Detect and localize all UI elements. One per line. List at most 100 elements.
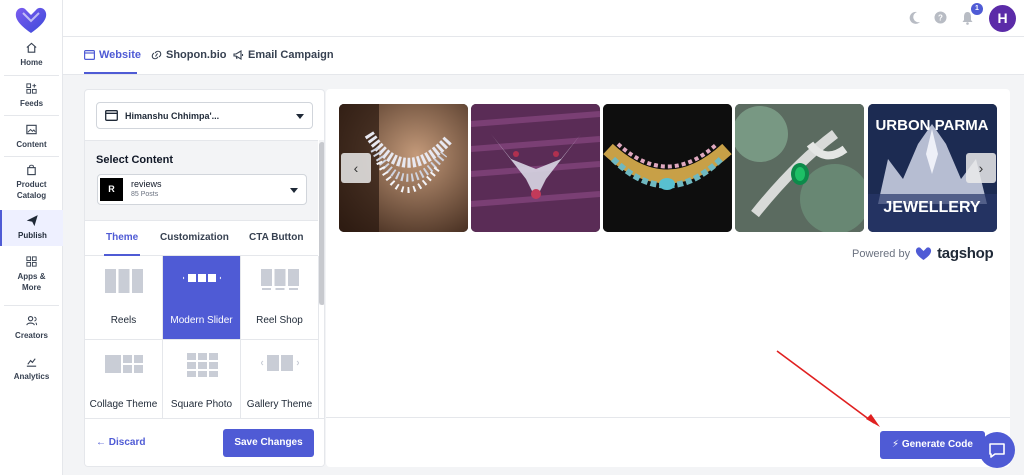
sidebar-item-label: Feeds (19, 99, 44, 108)
generate-label: Generate Code (901, 439, 973, 450)
panel-footer: ← Discard Save Changes (85, 418, 324, 466)
tagshop-heart-icon (916, 247, 932, 260)
gallery-layout-icon (261, 355, 299, 371)
link-icon (151, 50, 162, 60)
content-select[interactable]: R reviews 85 Posts (97, 174, 307, 205)
tagshop-logo-icon[interactable] (14, 5, 48, 35)
grid-plus-icon (26, 83, 37, 94)
tab-label: Website (99, 49, 141, 61)
sidebar-item-label: Creators (15, 331, 48, 340)
jewel-crown-photo (471, 104, 600, 232)
sidebar-item-label: Publish (18, 231, 47, 240)
theme-reels[interactable]: Reels (85, 256, 163, 340)
generate-code-button[interactable]: ⚡ Generate Code (880, 431, 985, 459)
account-select[interactable]: Himanshu Chhimpa'... (96, 102, 313, 129)
active-tab-indicator (84, 72, 137, 74)
browser-window-icon (84, 50, 95, 60)
notification-badge: 1 (971, 3, 983, 15)
tab-shopon-bio[interactable]: Shopon.bio (151, 49, 226, 61)
sidebar-item-label: Product Catalog (16, 180, 47, 200)
powered-by-label: Powered by (852, 247, 911, 260)
divider (4, 75, 59, 76)
sidebar-item-analytics[interactable]: Analytics (0, 355, 63, 382)
home-icon (26, 42, 37, 53)
top-bar: ? H (63, 0, 1024, 37)
sidebar-item-publish[interactable]: Publish (0, 210, 63, 246)
divider (4, 115, 59, 116)
content-name: reviews (131, 179, 162, 189)
tab-label: Shopon.bio (166, 49, 227, 61)
avatar[interactable]: H (989, 5, 1016, 32)
send-icon (26, 215, 38, 227)
tab-customization[interactable]: Customization (160, 232, 229, 243)
sidebar-item-label: Content (16, 140, 47, 149)
slider-next-button[interactable]: › (966, 153, 996, 183)
theme-label: Square Photo (170, 399, 233, 410)
slide-image[interactable] (603, 104, 732, 232)
sidebar-item-label: Home (20, 58, 43, 67)
sidebar-item-creators[interactable]: Creators (0, 314, 63, 341)
tab-website[interactable]: Website (84, 49, 141, 61)
chevron-down-icon (290, 188, 298, 193)
help-icon[interactable]: ? (934, 11, 947, 24)
chevron-left-icon: ‹ (353, 160, 359, 176)
moon-icon[interactable] (909, 11, 921, 25)
divider (4, 156, 59, 157)
slide-image[interactable] (735, 104, 864, 232)
reel-shop-layout-icon (261, 269, 299, 290)
theme-square-photo[interactable]: Square Photo (163, 340, 241, 424)
gem-necklace-photo (603, 104, 732, 232)
users-icon (26, 315, 38, 326)
chat-icon (989, 443, 1005, 458)
brand-name: tagshop (937, 245, 994, 262)
discard-button[interactable]: ← Discard (96, 437, 145, 448)
chevron-right-icon: › (978, 160, 984, 176)
sidebar-item-feeds[interactable]: Feeds (0, 82, 63, 109)
scrollbar-thumb[interactable] (319, 142, 324, 305)
theme-modern-slider[interactable]: Modern Slider (163, 256, 241, 340)
channel-tabs: Website Shopon.bio Email Campaign (63, 37, 1024, 75)
content-thumbnail: R (100, 178, 123, 201)
tab-cta-button[interactable]: CTA Button (249, 232, 303, 243)
slider-layout-icon (183, 274, 221, 282)
divider (4, 305, 59, 306)
chart-icon (26, 358, 37, 367)
megaphone-icon (233, 50, 244, 60)
sidebar: Home Feeds Content Product Catalog Publi… (0, 0, 63, 475)
theme-label: Reels (110, 315, 137, 326)
slider-prev-button[interactable]: ‹ (341, 153, 371, 183)
tab-email-campaign[interactable]: Email Campaign (233, 49, 334, 61)
svg-text:?: ? (938, 14, 943, 23)
slide-overlay-text: JEWELLERY (883, 199, 981, 216)
slide-image[interactable] (471, 104, 600, 232)
theme-reel-shop[interactable]: Reel Shop (241, 256, 319, 340)
sidebar-item-content[interactable]: Content (0, 123, 63, 150)
theme-label: Collage Theme (89, 399, 158, 410)
chat-support-button[interactable] (979, 432, 1015, 468)
arrow-left-icon: ← (96, 437, 106, 448)
theme-gallery[interactable]: Gallery Theme (241, 340, 319, 424)
sidebar-item-label: Apps & More (17, 272, 46, 292)
tab-theme[interactable]: Theme (106, 232, 138, 243)
chevron-down-icon (296, 114, 304, 119)
theme-label: Gallery Theme (246, 399, 313, 410)
emerald-pendant-photo (735, 104, 864, 232)
collage-layout-icon (105, 355, 143, 373)
square-grid-layout-icon (187, 353, 218, 377)
apps-icon (26, 256, 37, 267)
powered-by[interactable]: Powered by tagshop (852, 245, 994, 262)
select-content-title: Select Content (96, 154, 174, 166)
sidebar-item-product-catalog[interactable]: Product Catalog (0, 163, 63, 201)
widget-preview-panel: URBON PARMA JEWELLERY ‹ › Powered by tag… (326, 89, 1010, 467)
sidebar-item-apps-more[interactable]: Apps & More (0, 255, 63, 293)
save-changes-button[interactable]: Save Changes (223, 429, 314, 457)
sidebar-item-label: Analytics (13, 372, 50, 381)
widget-settings-panel: Himanshu Chhimpa'... Select Content R re… (84, 89, 325, 467)
account-name: Himanshu Chhimpa'... (125, 110, 220, 121)
image-icon (26, 124, 37, 135)
theme-label: Modern Slider (170, 315, 233, 326)
theme-collage[interactable]: Collage Theme (85, 340, 163, 424)
sidebar-item-home[interactable]: Home (0, 41, 63, 68)
bag-icon (27, 164, 36, 176)
discard-label: Discard (108, 437, 146, 448)
